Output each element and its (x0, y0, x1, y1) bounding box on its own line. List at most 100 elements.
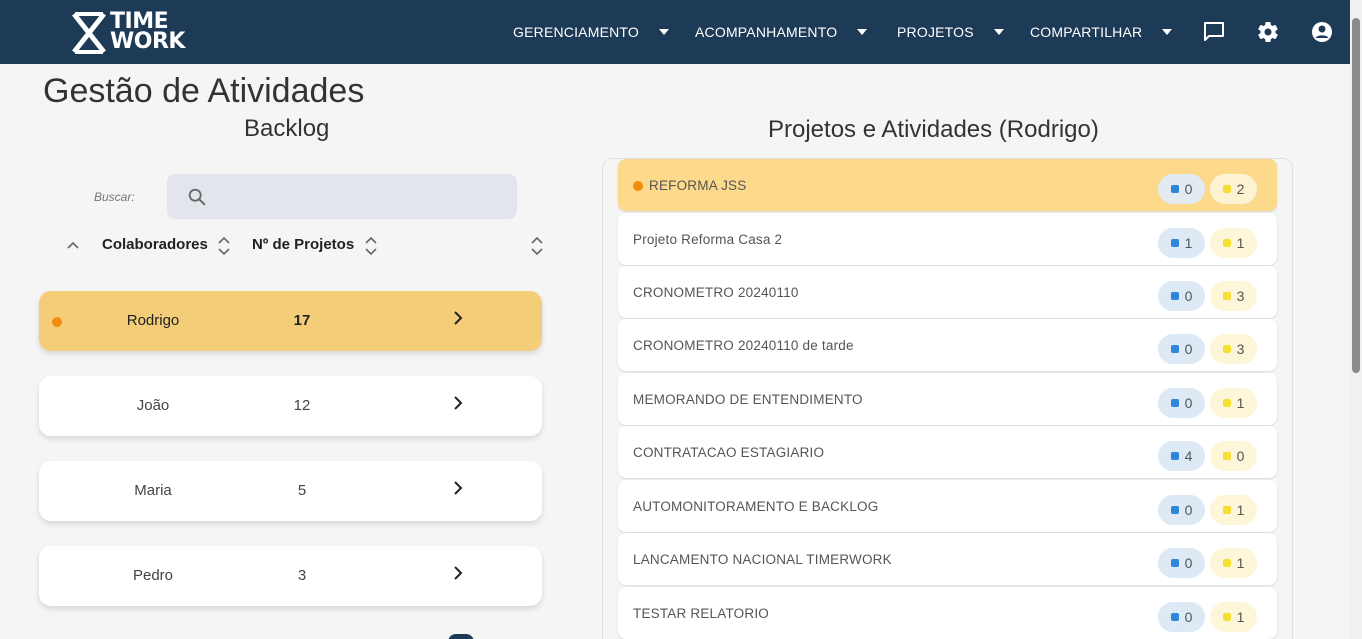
yellow-count-badge: 1 (1210, 602, 1257, 632)
project-row[interactable]: Projeto Reforma Casa 2 1 1 (618, 213, 1277, 265)
yellow-square-icon (1222, 292, 1231, 300)
project-row[interactable]: CONTRATACAO ESTAGIARIO 4 0 (618, 426, 1277, 478)
sort-toggle-icon[interactable] (364, 236, 378, 256)
page-title: Gestão de Atividades (43, 72, 365, 110)
collaborator-card-rodrigo[interactable]: Rodrigo 17 (39, 291, 542, 351)
badge-value: 1 (1184, 235, 1193, 251)
yellow-count-badge: 3 (1210, 281, 1257, 311)
blue-square-icon (1170, 559, 1179, 567)
collaborator-card-maria[interactable]: Maria 5 (39, 461, 542, 521)
nav-label: PROJETOS (897, 24, 974, 40)
top-navbar: TIME WORK GERENCIAMENTO ACOMPANHAMENTO P… (0, 0, 1350, 64)
project-row[interactable]: REFORMA JSS 0 2 (618, 159, 1277, 211)
caret-down-icon (1162, 29, 1173, 35)
project-name: Projeto Reforma Casa 2 (633, 232, 783, 247)
chevron-right-icon[interactable] (450, 480, 466, 496)
project-name: REFORMA JSS (649, 178, 747, 193)
logo-text: TIME WORK (110, 9, 185, 54)
sort-col-projetos[interactable]: Nº de Projetos (252, 236, 354, 253)
sort-up-icon[interactable] (66, 236, 80, 256)
caret-down-icon (659, 29, 670, 35)
floating-action-button[interactable] (448, 634, 474, 639)
yellow-count-badge: 1 (1210, 388, 1257, 418)
sort-toggle-icon[interactable] (530, 236, 544, 256)
gear-icon[interactable] (1256, 20, 1280, 44)
search-input[interactable] (167, 174, 517, 219)
badge-value: 1 (1236, 502, 1245, 518)
project-name: CONTRATACAO ESTAGIARIO (633, 445, 825, 460)
chevron-right-icon[interactable] (450, 395, 466, 411)
project-name: LANCAMENTO NACIONAL TIMERWORK (633, 552, 892, 567)
yellow-square-icon (1222, 452, 1231, 460)
project-row[interactable]: LANCAMENTO NACIONAL TIMERWORK 0 1 (618, 533, 1277, 585)
project-count: 17 (293, 312, 311, 329)
badge-value: 0 (1184, 341, 1193, 357)
collaborator-name: João (136, 397, 170, 414)
sort-toggle-icon[interactable] (217, 236, 231, 256)
blue-count-badge: 0 (1158, 388, 1205, 418)
collaborator-name: Pedro (132, 567, 174, 584)
badge-value: 0 (1184, 555, 1193, 571)
caret-down-icon (857, 29, 868, 35)
project-name: TESTAR RELATORIO (633, 606, 769, 621)
badge-value: 3 (1236, 341, 1245, 357)
badge-value: 4 (1184, 448, 1193, 464)
caret-down-icon (993, 29, 1004, 35)
nav-gerenciamento[interactable]: GERENCIAMENTO (513, 22, 670, 42)
yellow-count-badge: 3 (1210, 334, 1257, 364)
badge-value: 0 (1184, 609, 1193, 625)
yellow-square-icon (1222, 559, 1231, 567)
status-dot (52, 317, 62, 327)
chat-icon[interactable] (1202, 20, 1226, 44)
project-row[interactable]: CRONOMETRO 20240110 0 3 (618, 266, 1277, 318)
project-name: MEMORANDO DE ENTENDIMENTO (633, 392, 863, 407)
search-icon (188, 188, 206, 206)
badge-value: 3 (1236, 288, 1245, 304)
backlog-title: Backlog (244, 115, 330, 142)
sort-col-colaboradores[interactable]: Colaboradores (102, 236, 208, 253)
project-count: 3 (297, 567, 307, 584)
projects-title: Projetos e Atividades (Rodrigo) (768, 116, 1099, 143)
account-icon[interactable] (1310, 20, 1334, 44)
blue-count-badge: 0 (1158, 281, 1205, 311)
yellow-square-icon (1222, 506, 1231, 514)
collaborator-card-joao[interactable]: João 12 (39, 376, 542, 436)
yellow-count-badge: 1 (1210, 548, 1257, 578)
yellow-count-badge: 1 (1210, 495, 1257, 525)
blue-square-icon (1170, 345, 1179, 353)
blue-square-icon (1170, 239, 1179, 247)
badge-value: 1 (1236, 395, 1245, 411)
chevron-right-icon[interactable] (450, 565, 466, 581)
timework-logo[interactable]: TIME WORK (72, 9, 206, 54)
project-row[interactable]: AUTOMONITORAMENTO E BACKLOG 0 1 (618, 480, 1277, 532)
blue-count-badge: 0 (1158, 334, 1205, 364)
blue-count-badge: 0 (1158, 495, 1205, 525)
yellow-count-badge: 0 (1210, 441, 1257, 471)
nav-projetos[interactable]: PROJETOS (897, 22, 1004, 42)
blue-square-icon (1170, 506, 1179, 514)
badge-value: 0 (1184, 502, 1193, 518)
nav-label: ACOMPANHAMENTO (695, 24, 838, 40)
blue-count-badge: 0 (1158, 602, 1205, 632)
blue-square-icon (1170, 292, 1179, 300)
nav-label: GERENCIAMENTO (513, 24, 640, 40)
blue-square-icon (1170, 613, 1179, 621)
project-row[interactable]: MEMORANDO DE ENTENDIMENTO 0 1 (618, 373, 1277, 425)
nav-compartilhar[interactable]: COMPARTILHAR (1030, 22, 1173, 42)
yellow-square-icon (1222, 399, 1231, 407)
project-row[interactable]: TESTAR RELATORIO 0 1 (618, 587, 1277, 639)
collaborator-card-pedro[interactable]: Pedro 3 (39, 546, 542, 606)
chevron-right-icon[interactable] (450, 310, 466, 326)
badge-value: 2 (1236, 181, 1245, 197)
badge-value: 0 (1184, 181, 1193, 197)
nav-acompanhamento[interactable]: ACOMPANHAMENTO (695, 22, 868, 42)
search-label: Buscar: (94, 190, 135, 204)
blue-count-badge: 0 (1158, 174, 1205, 204)
scrollbar-thumb[interactable] (1352, 18, 1360, 373)
blue-count-badge: 4 (1158, 441, 1205, 471)
project-row[interactable]: CRONOMETRO 20240110 de tarde 0 3 (618, 319, 1277, 371)
project-count: 12 (293, 397, 311, 414)
badge-value: 1 (1236, 609, 1245, 625)
collaborator-name: Rodrigo (126, 312, 180, 329)
badge-value: 0 (1184, 288, 1193, 304)
